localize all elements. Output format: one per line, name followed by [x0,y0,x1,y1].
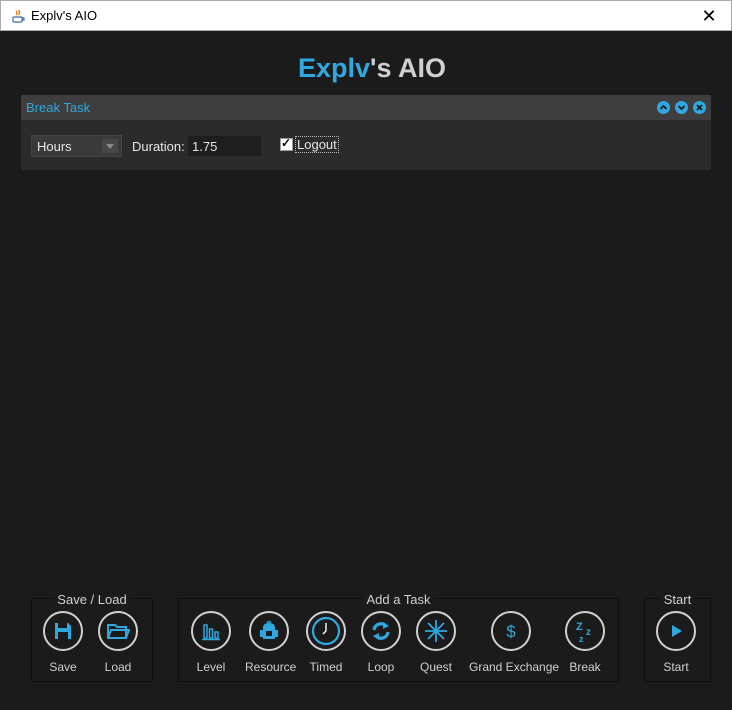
load-label: Load [104,660,132,674]
break-label: Break [569,660,601,674]
title-bar: Explv's AIO ✕ [0,0,732,31]
grand-exchange-label: Grand Exchange [469,660,560,674]
page-title-accent: Explv [298,53,371,83]
resource-label: Resource [245,660,297,674]
dollar-icon: $ [491,611,531,651]
move-down-icon[interactable] [675,101,688,114]
quest-label: Quest [419,660,452,674]
svg-text:Z: Z [576,621,583,633]
load-button[interactable]: Load [97,611,139,674]
add-task-title: Add a Task [363,592,434,607]
close-icon[interactable]: ✕ [687,1,731,31]
loop-label: Loop [367,660,395,674]
time-unit-select[interactable]: Hours [31,135,122,157]
logout-label[interactable]: Logout [295,136,339,153]
java-icon [10,8,26,24]
folder-icon [98,611,138,651]
task-panel-title: Break Task [26,100,91,115]
backpack-icon [249,611,289,651]
svg-text:$: $ [506,622,516,641]
add-level-task-button[interactable]: Level [190,611,232,674]
floppy-disk-icon [43,611,83,651]
loop-icon [361,611,401,651]
timed-label: Timed [309,660,343,674]
page-title: Explv's AIO [1,53,732,84]
bar-chart-icon [191,611,231,651]
svg-text:z: z [586,627,591,638]
add-quest-task-button[interactable]: Quest [415,611,457,674]
main-window: Explv's AIO Break Task Hours Duration: 1… [1,31,731,709]
save-label: Save [49,660,77,674]
start-title: Start [660,592,695,607]
task-panel-header: Break Task [21,95,711,120]
add-timed-task-button[interactable]: Timed [305,611,347,674]
add-grand-exchange-task-button[interactable]: $ Grand Exchange [469,611,560,674]
logout-checkbox[interactable] [280,136,293,151]
start-button[interactable]: Start [655,611,697,674]
time-unit-value: Hours [37,139,72,154]
start-label: Start [663,660,689,674]
add-resource-task-button[interactable]: Resource [245,611,297,674]
sleep-icon: Z z z [565,611,605,651]
svg-text:z: z [579,634,584,644]
level-label: Level [196,660,226,674]
save-load-title: Save / Load [54,592,130,607]
page-title-rest: 's AIO [370,53,446,83]
remove-icon[interactable] [693,101,706,114]
move-up-icon[interactable] [657,101,670,114]
play-icon [656,611,696,651]
asterisk-icon [416,611,456,651]
duration-label: Duration: [132,139,185,154]
break-task-panel: Break Task Hours Duration: 1.75 Logout [21,95,711,170]
chevron-down-icon[interactable] [102,139,118,153]
duration-field[interactable]: 1.75 [187,135,262,157]
add-break-task-button[interactable]: Z z z Break [564,611,606,674]
save-button[interactable]: Save [42,611,84,674]
window-title: Explv's AIO [31,8,98,23]
clock-icon [306,611,346,651]
add-loop-task-button[interactable]: Loop [360,611,402,674]
